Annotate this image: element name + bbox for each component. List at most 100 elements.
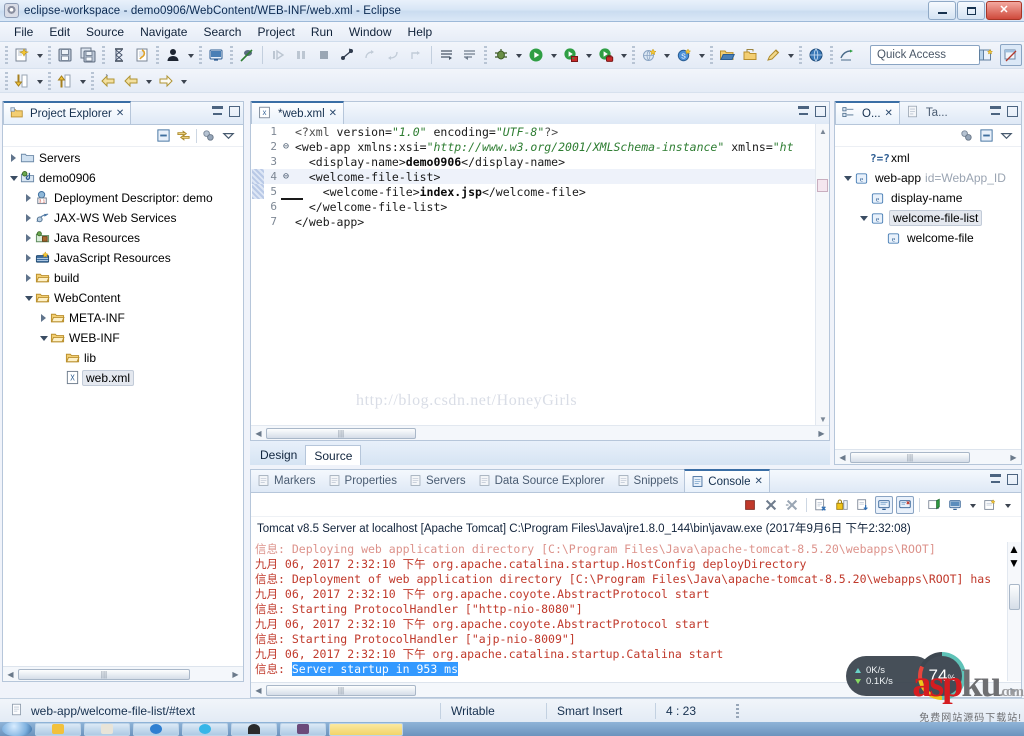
- tab-properties[interactable]: Properties: [322, 469, 403, 492]
- menu-window[interactable]: Window: [341, 23, 400, 41]
- tab-outline[interactable]: O... ✕: [835, 101, 900, 124]
- scroll-right-arrow[interactable]: ▶: [1006, 453, 1021, 462]
- tree-item-javascript-resources[interactable]: JavaScript Resources: [3, 248, 243, 268]
- tab-servers[interactable]: Servers: [403, 469, 472, 492]
- collapse-all-icon[interactable]: [979, 128, 995, 144]
- save-all-icon[interactable]: [77, 44, 99, 66]
- back-dropdown-arrow[interactable]: [143, 70, 154, 92]
- step-over-run-icon[interactable]: [267, 44, 289, 66]
- menu-file[interactable]: File: [6, 23, 41, 41]
- code-line[interactable]: 2 ⊖ <web-app xmlns:xsi="http://www.w3.org/…: [251, 139, 815, 154]
- java-ee-dropdown-arrow[interactable]: [696, 44, 707, 66]
- menu-navigate[interactable]: Navigate: [132, 23, 195, 41]
- remove-all-terminated-icon[interactable]: [783, 496, 801, 514]
- close-icon[interactable]: ✕: [329, 108, 337, 119]
- tree-twisty-expanded[interactable]: [22, 292, 35, 305]
- hscroll-thumb[interactable]: |||: [266, 427, 416, 439]
- tree-item-web-inf[interactable]: WEB-INF: [3, 328, 243, 348]
- scroll-up-arrow[interactable]: ▲: [1008, 542, 1021, 556]
- tab-source[interactable]: Source: [305, 445, 362, 465]
- source-code[interactable]: 1 <?xml version="1.0" encoding="UTF-8"?> 2…: [251, 124, 815, 426]
- project-explorer-tree[interactable]: Servers demo0906 3.1 Deployment Descriptor:…: [3, 148, 243, 665]
- scroll-down-arrow[interactable]: ▼: [816, 412, 830, 426]
- menu-project[interactable]: Project: [249, 23, 302, 41]
- scroll-left-arrow[interactable]: ◀: [3, 670, 18, 679]
- taskbar-item[interactable]: [84, 722, 130, 736]
- previous-annotation-icon[interactable]: [459, 44, 481, 66]
- tree-item-build[interactable]: build: [3, 268, 243, 288]
- taskbar-item[interactable]: [231, 722, 277, 736]
- new-web-project-icon[interactable]: [638, 44, 660, 66]
- forward-icon[interactable]: [155, 70, 177, 92]
- pause-icon[interactable]: [290, 44, 312, 66]
- menu-source[interactable]: Source: [78, 23, 132, 41]
- person-dropdown-arrow[interactable]: [185, 44, 196, 66]
- server-dropdown-arrow[interactable]: [618, 44, 629, 66]
- link-with-editor-icon[interactable]: [176, 128, 192, 144]
- tree-twisty-expanded[interactable]: [857, 212, 870, 225]
- tree-item-java-resources[interactable]: Java Resources: [3, 228, 243, 248]
- save-icon[interactable]: [54, 44, 76, 66]
- maximize-console-button[interactable]: [1007, 474, 1018, 485]
- menu-help[interactable]: Help: [400, 23, 441, 41]
- tree-item-lib[interactable]: lib: [3, 348, 243, 368]
- outline-item-web-app[interactable]: e web-app id=WebApp_ID: [835, 168, 1021, 188]
- project-explorer-hscrollbar[interactable]: ◀ ||| ▶: [3, 666, 243, 681]
- outline-item-display-name[interactable]: e display-name: [835, 188, 1021, 208]
- new-console-view-icon[interactable]: [946, 496, 964, 514]
- tree-twisty-collapsed[interactable]: [22, 232, 35, 245]
- run-as-dropdown-arrow[interactable]: [583, 44, 594, 66]
- tree-item-meta-inf[interactable]: META-INF: [3, 308, 243, 328]
- outline-item-welcome-file-list[interactable]: e welcome-file-list: [835, 208, 1021, 228]
- console-dropdown-arrow[interactable]: [967, 494, 978, 516]
- view-menu-focus-icon[interactable]: [201, 128, 217, 144]
- hscroll-thumb[interactable]: |||: [18, 668, 190, 680]
- hscroll-thumb[interactable]: |||: [266, 684, 416, 696]
- tab-console[interactable]: Console ✕: [684, 469, 770, 492]
- tree-twisty-collapsed[interactable]: [22, 272, 35, 285]
- editor-vscrollbar[interactable]: ▲ ▼: [815, 124, 829, 426]
- tab-project-explorer[interactable]: Project Explorer ✕: [3, 101, 132, 124]
- console-options-icon[interactable]: [981, 496, 999, 514]
- skip-breakpoints-icon[interactable]: [236, 44, 258, 66]
- view-menu-icon[interactable]: [221, 128, 237, 144]
- clear-console-icon[interactable]: [812, 496, 830, 514]
- tab-snippets[interactable]: Snippets: [611, 469, 685, 492]
- collapse-all-icon[interactable]: [156, 128, 172, 144]
- annotation-dropdown-arrow[interactable]: [785, 44, 796, 66]
- view-menu-icon[interactable]: [999, 128, 1015, 144]
- display-selected-console-icon[interactable]: [896, 495, 914, 514]
- maximize-view-button[interactable]: [1007, 106, 1018, 117]
- tree-twisty-collapsed[interactable]: [37, 312, 50, 325]
- web-dropdown-arrow[interactable]: [661, 44, 672, 66]
- console-vscrollbar[interactable]: ▲ ▼: [1007, 542, 1021, 681]
- vscroll-thumb[interactable]: [1009, 584, 1020, 610]
- terminate-icon[interactable]: [313, 44, 335, 66]
- quick-access-input[interactable]: Quick Access: [870, 45, 980, 65]
- tab-design[interactable]: Design: [252, 445, 305, 465]
- close-icon[interactable]: ✕: [116, 108, 124, 119]
- console-options-arrow[interactable]: [1002, 494, 1013, 516]
- code-line[interactable]: 4 ⊖ <welcome-file-list>: [251, 169, 815, 184]
- scroll-right-arrow[interactable]: ▶: [228, 670, 243, 679]
- outline-tree[interactable]: ?=? xml e web-app id=WebApp_ID e display-name…: [835, 148, 1021, 448]
- outline-item-welcome-file[interactable]: e welcome-file: [835, 228, 1021, 248]
- next-edit-location-icon[interactable]: [54, 70, 76, 92]
- restore-button[interactable]: [957, 1, 985, 20]
- run-icon[interactable]: [525, 44, 547, 66]
- tree-twisty-collapsed[interactable]: [22, 192, 35, 205]
- tree-item-servers[interactable]: Servers: [3, 148, 243, 168]
- tree-item-web-xml[interactable]: Xweb.xml: [3, 368, 243, 388]
- tree-item-deployment-descriptor-demo[interactable]: 3.1 Deployment Descriptor: demo: [3, 188, 243, 208]
- tab-task-list[interactable]: Ta...: [900, 101, 954, 124]
- minimize-button[interactable]: [928, 1, 956, 20]
- tree-item-webcontent[interactable]: WebContent: [3, 288, 243, 308]
- tab-markers[interactable]: Markers: [251, 469, 322, 492]
- menu-run[interactable]: Run: [303, 23, 341, 41]
- taskbar-item[interactable]: [133, 722, 179, 736]
- tree-twisty-collapsed[interactable]: [22, 212, 35, 225]
- tree-twisty-expanded[interactable]: [7, 172, 20, 185]
- person-icon[interactable]: [162, 44, 184, 66]
- profile-icon[interactable]: [836, 44, 858, 66]
- print-icon[interactable]: [108, 44, 130, 66]
